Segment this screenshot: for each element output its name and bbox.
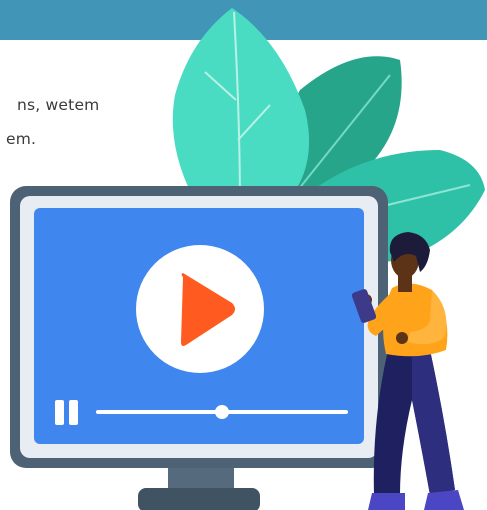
play-button[interactable] — [136, 245, 264, 373]
leaf-light-tall — [172, 8, 310, 210]
person-shoe-right — [424, 490, 464, 510]
monitor-base — [138, 488, 260, 510]
progress-scrubber[interactable] — [215, 405, 229, 419]
video-illustration — [10, 8, 485, 510]
person-shoe-left — [368, 493, 405, 510]
pause-icon-bar-right — [69, 400, 78, 425]
pause-icon-bar-left — [55, 400, 64, 425]
